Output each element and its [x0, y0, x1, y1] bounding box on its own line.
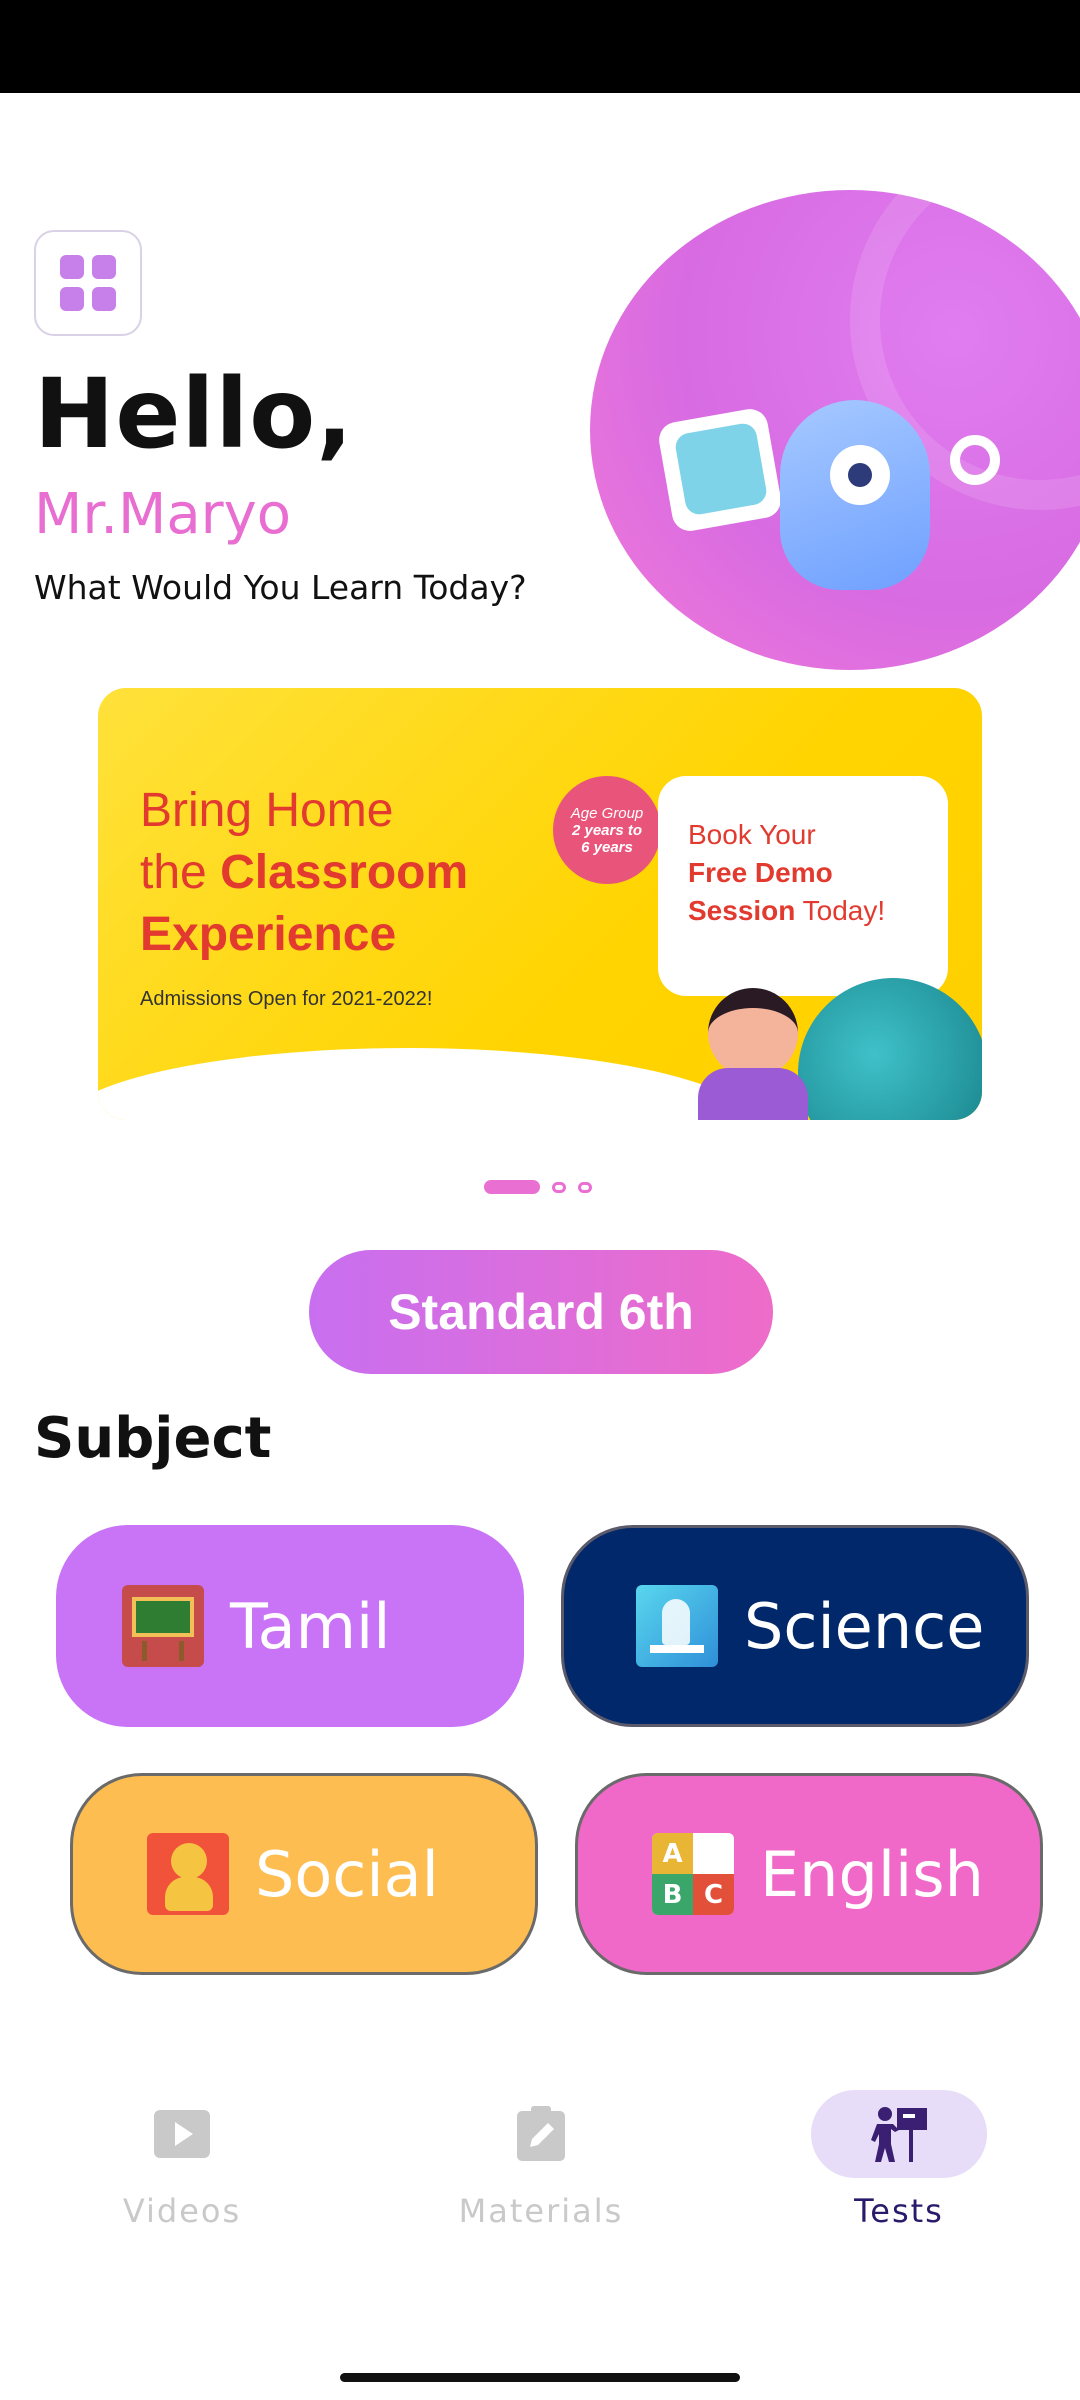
subject-label: Science [744, 1589, 985, 1663]
greeting-subtitle: What Would You Learn Today? [34, 568, 527, 607]
microscope-icon [636, 1585, 718, 1667]
carousel-dot[interactable] [552, 1181, 566, 1193]
promo-banner[interactable]: Bring Home the Classroom Experience Admi… [98, 688, 982, 1120]
age-group-badge: Age Group 2 years to 6 years [553, 776, 661, 884]
clipboard-edit-icon [517, 2106, 565, 2161]
standard-selector-button[interactable]: Standard 6th [309, 1250, 773, 1374]
nav-label: Materials [458, 2192, 624, 2230]
play-video-icon [154, 2110, 210, 2158]
menu-button[interactable] [34, 230, 142, 336]
demo-speech-bubble: Book Your Free Demo Session Today! [658, 776, 948, 996]
nav-active-indicator [811, 2090, 987, 2178]
subject-card-social[interactable]: Social [70, 1773, 538, 1975]
subject-card-science[interactable]: Science [561, 1525, 1029, 1727]
abc-blocks-icon: A B C [652, 1833, 734, 1915]
subject-label: Tamil [230, 1589, 391, 1663]
nav-label: Tests [854, 2192, 944, 2230]
magnifier-icon [950, 435, 1000, 485]
subject-label: English [760, 1837, 984, 1911]
subject-card-english[interactable]: A B C English [575, 1773, 1043, 1975]
globe-icon [798, 978, 982, 1120]
carousel-dot-active[interactable] [484, 1180, 540, 1194]
subject-card-tamil[interactable]: Tamil [56, 1525, 524, 1727]
banner-title: Bring Home the Classroom Experience [140, 784, 469, 961]
teacher-board-icon [871, 2107, 927, 2162]
home-indicator[interactable] [340, 2373, 740, 2382]
grid-menu-icon [60, 255, 116, 311]
nav-tab-materials[interactable]: Materials [416, 2090, 666, 2270]
greeting-title: Hello, [34, 358, 354, 470]
carousel-indicator [484, 1180, 592, 1194]
nav-tab-videos[interactable]: Videos [57, 2090, 307, 2270]
carousel-dot[interactable] [578, 1181, 592, 1193]
subject-section-title: Subject [34, 1406, 272, 1471]
subject-label: Social [255, 1837, 439, 1911]
nav-label: Videos [122, 2192, 242, 2230]
child-illustration [708, 988, 798, 1078]
status-bar [0, 0, 1080, 93]
username: Mr.Maryo [34, 482, 292, 547]
historic-figure-icon [147, 1833, 229, 1915]
nav-tab-tests[interactable]: Tests [774, 2090, 1024, 2270]
bottom-navigation: Videos Materials Tests [0, 2090, 1080, 2290]
blackboard-icon [122, 1585, 204, 1667]
banner-admissions-text: Admissions Open for 2021-2022! [140, 988, 433, 1010]
hero-illustration [590, 190, 1080, 670]
